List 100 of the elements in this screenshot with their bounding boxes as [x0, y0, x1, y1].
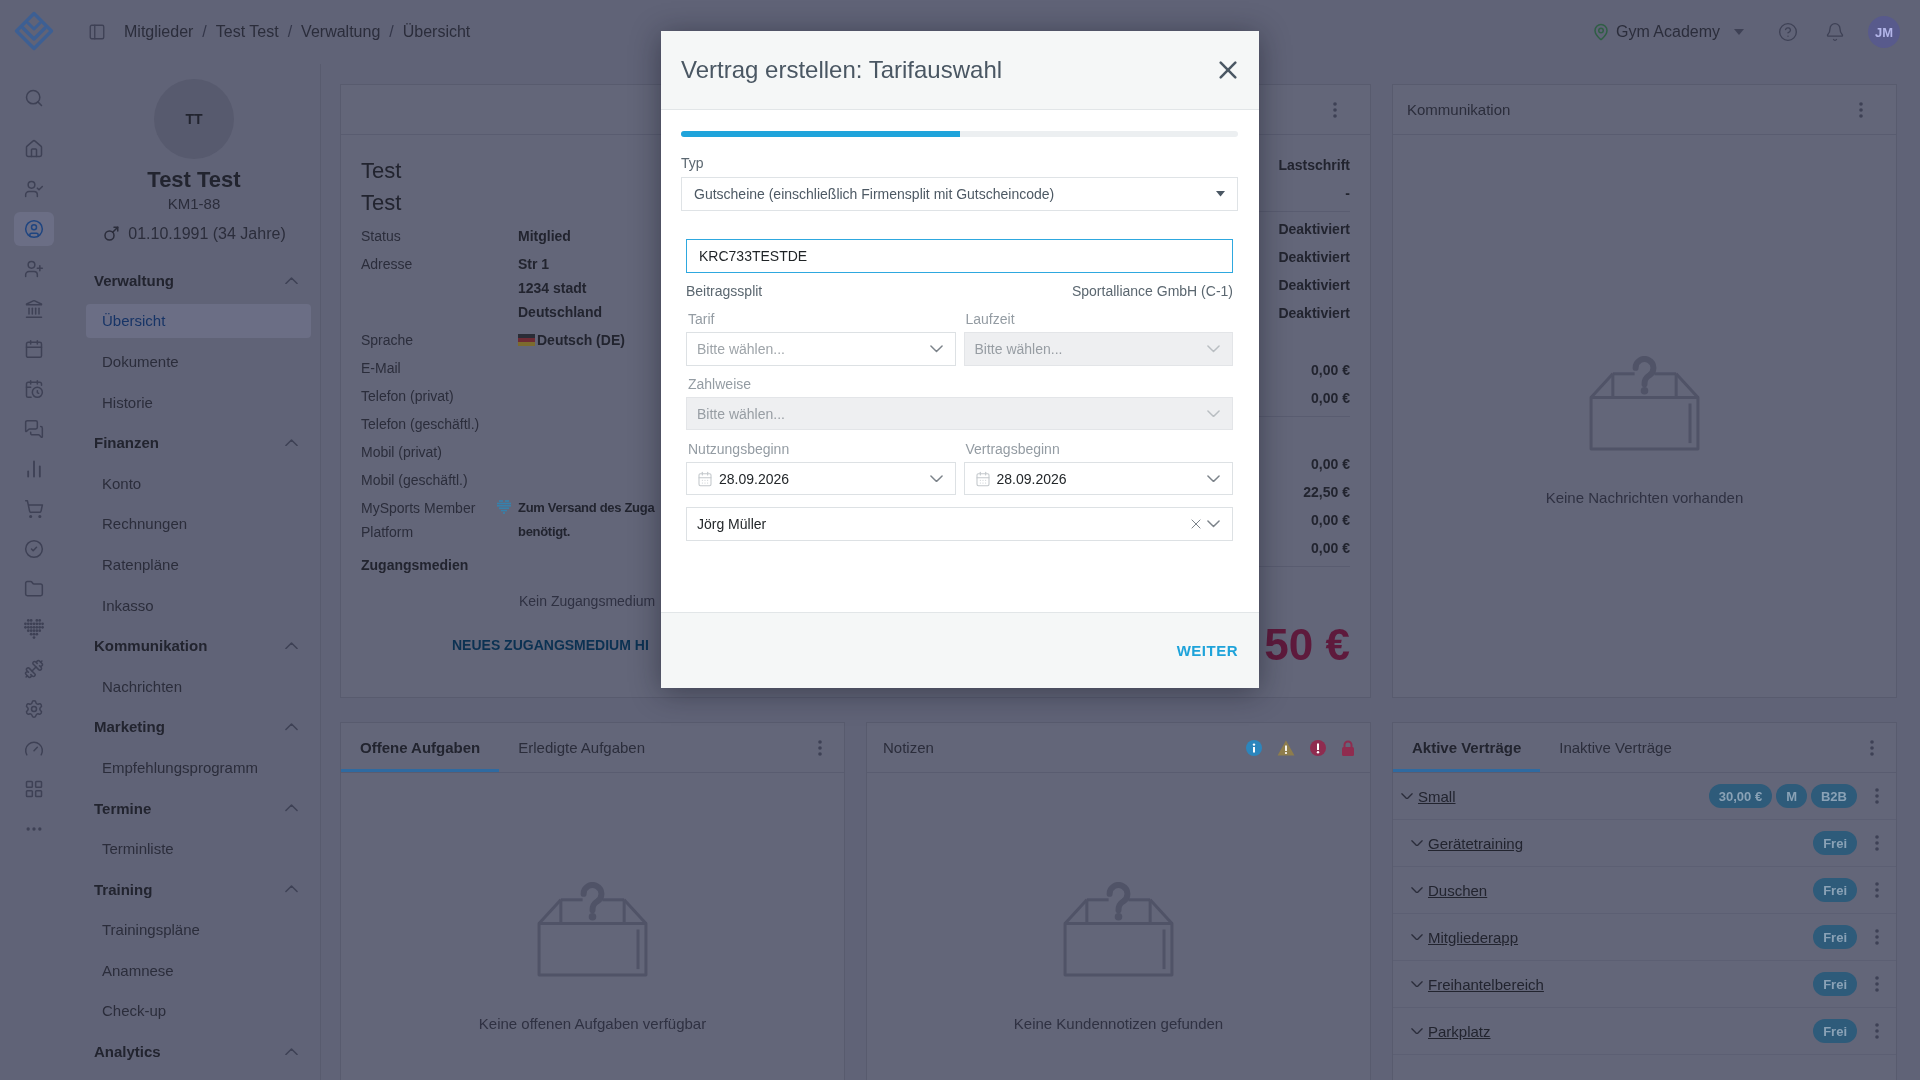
search-icon[interactable] — [24, 88, 44, 108]
help-icon[interactable] — [1778, 22, 1798, 42]
card-title: Kommunikation — [1407, 101, 1511, 118]
menu-item[interactable]: Empfehlungsprogramm — [86, 750, 311, 785]
contract-link[interactable]: Parkplatz — [1428, 1022, 1491, 1040]
menu-item[interactable]: Ratenpläne — [86, 547, 311, 582]
menu-section-header[interactable]: Termine — [68, 787, 320, 829]
menu-item[interactable]: Rechnungen — [86, 506, 311, 541]
warning-icon[interactable] — [1277, 739, 1295, 756]
chevron-down-icon[interactable] — [1411, 1027, 1423, 1035]
menu-section-header[interactable]: Training — [68, 868, 320, 910]
chevron-down-icon[interactable] — [1411, 933, 1423, 941]
contract-link[interactable]: Freihantelbereich — [1428, 975, 1544, 993]
menu-item[interactable]: Check-up — [86, 994, 311, 1028]
menu-item[interactable]: Inkasso — [86, 588, 311, 623]
breadcrumb-link[interactable]: Mitglieder — [124, 23, 194, 41]
app-logo[interactable] — [14, 11, 54, 51]
tab[interactable]: Erledigte Aufgaben — [499, 723, 665, 772]
more-icon[interactable] — [1875, 929, 1879, 945]
gauge-icon[interactable] — [24, 739, 44, 759]
sidebar-toggle-icon[interactable] — [88, 23, 106, 41]
user-plus-icon[interactable] — [24, 259, 44, 279]
menu-item[interactable]: Trainingspläne — [86, 912, 311, 947]
voucher-input[interactable]: KRC733TESTDE — [686, 239, 1233, 273]
menu-section-header[interactable]: Analytics — [68, 1031, 320, 1072]
more-icon[interactable] — [1875, 788, 1879, 804]
notification-bell-icon[interactable] — [1825, 22, 1845, 42]
user-avatar[interactable]: JM — [1868, 16, 1900, 48]
type-select[interactable]: Gutscheine (einschließlich Firmensplit mit Gutscheincode) — [681, 177, 1238, 211]
contract-link[interactable]: Gerätetraining — [1428, 834, 1524, 852]
calendar-icon — [697, 470, 713, 487]
calendar-icon[interactable] — [24, 339, 44, 359]
location-dropdown[interactable]: Gym Academy — [1615, 23, 1744, 41]
dumbbell-icon[interactable] — [24, 659, 44, 679]
more-icon[interactable] — [1875, 976, 1879, 992]
breadcrumb-link[interactable]: Test Test — [215, 23, 279, 41]
tab[interactable]: Offene Aufgaben — [341, 723, 500, 772]
menu-item[interactable]: Nachrichten — [86, 669, 311, 704]
menu-item[interactable]: Historie — [86, 385, 311, 420]
date-field[interactable]: 28.09.2026 — [963, 462, 1233, 495]
field-label: Nutzungsbeginn — [688, 440, 790, 458]
dotted-heart-icon[interactable] — [24, 619, 44, 639]
caret-down-icon — [1734, 29, 1744, 35]
chevron-down-icon[interactable] — [1411, 839, 1423, 847]
more-icon[interactable] — [1859, 101, 1863, 118]
more-icon[interactable] — [818, 739, 822, 756]
chevron-down-icon[interactable] — [1411, 980, 1423, 988]
menu-item[interactable]: Terminliste — [86, 831, 311, 866]
home-icon[interactable] — [24, 139, 44, 159]
menu-section-header[interactable]: Marketing — [68, 706, 320, 748]
section-title: Zugangsmedien — [361, 556, 469, 575]
add-access-medium-link[interactable]: NEUES ZUGANGSMEDIUM HI — [452, 633, 649, 657]
tab[interactable]: Aktive Verträge — [1393, 723, 1541, 772]
date-field[interactable]: 28.09.2026 — [686, 462, 956, 495]
location-pin-icon — [1591, 23, 1610, 41]
more-icon[interactable] — [1875, 835, 1879, 851]
close-icon[interactable] — [1219, 61, 1237, 79]
clear-icon[interactable] — [1191, 519, 1201, 529]
breadcrumb-link[interactable]: Übersicht — [402, 23, 471, 41]
menu-item[interactable]: Dokumente — [86, 344, 311, 379]
info-icon[interactable] — [1246, 739, 1262, 756]
grid-icon[interactable] — [24, 779, 44, 799]
chevron-up-icon — [285, 641, 298, 650]
more-icon[interactable] — [1875, 882, 1879, 898]
menu-item[interactable]: Anamnese — [86, 953, 311, 988]
birth-date: 01.10.1991 (34 Jahre) — [128, 224, 286, 244]
contract-link[interactable]: Small — [1418, 787, 1456, 805]
calendar-clock-icon[interactable] — [24, 379, 44, 399]
folder-icon[interactable] — [24, 579, 44, 599]
breadcrumb-link[interactable]: Verwaltung — [301, 23, 381, 41]
menu-item[interactable]: Konto — [86, 466, 311, 501]
menu-section-header[interactable]: Kommunikation — [68, 625, 320, 666]
chevron-down-icon — [929, 474, 943, 483]
bank-icon[interactable] — [24, 299, 44, 319]
user-check-icon[interactable] — [24, 179, 44, 199]
menu-section-header[interactable]: Verwaltung — [68, 260, 320, 301]
select-field[interactable]: Bitte wählen... — [686, 332, 956, 366]
chevron-down-icon[interactable] — [1411, 886, 1423, 894]
alert-icon[interactable] — [1310, 739, 1326, 756]
more-icon[interactable] — [1333, 101, 1337, 118]
menu-item[interactable]: Übersicht — [86, 303, 311, 338]
menu-section-header[interactable]: Finanzen — [68, 422, 320, 463]
field-label: Status — [361, 227, 401, 246]
tab[interactable]: Inaktive Verträge — [1540, 723, 1691, 772]
contract-link[interactable]: Mitgliederapp — [1428, 928, 1519, 946]
contract-link[interactable]: Duschen — [1428, 881, 1488, 899]
split-label: Beitragssplit — [686, 282, 763, 300]
bar-chart-icon[interactable] — [24, 459, 44, 479]
next-button[interactable]: WEITER — [1176, 642, 1238, 659]
more-icon[interactable] — [1870, 739, 1874, 756]
chat-icon[interactable] — [24, 419, 44, 439]
lock-icon[interactable] — [1341, 739, 1355, 756]
cart-icon[interactable] — [24, 499, 44, 519]
check-circle-icon[interactable] — [24, 539, 44, 559]
employee-select[interactable]: Jörg Müller — [686, 507, 1233, 541]
settings-icon[interactable] — [24, 699, 44, 719]
field-label: Zahlweise — [688, 375, 752, 393]
dotted-heart-icon — [497, 500, 511, 514]
chevron-down-icon[interactable] — [1401, 792, 1413, 800]
more-icon[interactable] — [1875, 1023, 1879, 1039]
